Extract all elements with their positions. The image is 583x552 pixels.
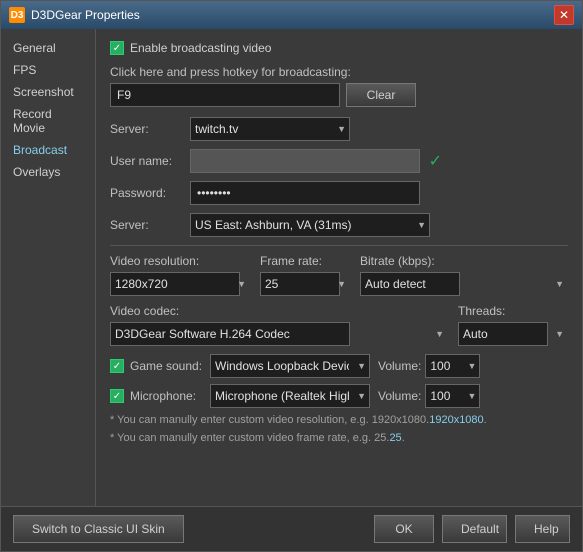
title-bar: D3 D3DGear Properties ✕	[1, 1, 582, 29]
username-row: User name: ✓	[110, 149, 568, 173]
enable-checkbox[interactable]	[110, 41, 124, 55]
sidebar-item-general[interactable]: General	[1, 37, 95, 59]
username-input[interactable]	[190, 149, 420, 173]
microphone-volume-select[interactable]: 100	[425, 384, 480, 408]
game-sound-row: Game sound: Windows Loopback Device Volu…	[110, 354, 568, 378]
server2-row: Server: US East: Ashburn, VA (31ms)	[110, 213, 568, 237]
codec-select-wrapper: D3DGear Software H.264 Codec	[110, 322, 448, 346]
hotkey-section: Click here and press hotkey for broadcas…	[110, 65, 568, 107]
server-row: Server: twitch.tv	[110, 117, 568, 141]
video-res-label: Video resolution:	[110, 254, 250, 268]
game-sound-volume-wrapper: 100	[425, 354, 480, 378]
hotkey-input[interactable]	[110, 83, 340, 107]
server2-select[interactable]: US East: Ashburn, VA (31ms)	[190, 213, 430, 237]
codec-select[interactable]: D3DGear Software H.264 Codec	[110, 322, 350, 346]
threads-select[interactable]: Auto	[458, 322, 548, 346]
microphone-volume-label: Volume:	[378, 389, 421, 403]
title-bar-text: D3DGear Properties	[31, 8, 554, 22]
enable-label: Enable broadcasting video	[130, 41, 271, 55]
microphone-row: Microphone: Microphone (Realtek High Def…	[110, 384, 568, 408]
note1-link[interactable]: 1920x1080	[429, 414, 483, 426]
main-window: D3 D3DGear Properties ✕ General FPS Scre…	[0, 0, 583, 552]
framerate-label: Frame rate:	[260, 254, 350, 268]
video-settings-labels: Video resolution: 1280x720 Frame rate: 2…	[110, 254, 568, 296]
microphone-label: Microphone:	[130, 389, 210, 403]
sidebar-item-screenshot[interactable]: Screenshot	[1, 81, 95, 103]
framerate-block: Frame rate: 25	[260, 254, 350, 296]
content-area: General FPS Screenshot Record Movie Broa…	[1, 29, 582, 506]
microphone-checkbox[interactable]	[110, 389, 124, 403]
note2-link[interactable]: 25	[389, 432, 401, 444]
bottom-bar: Switch to Classic UI Skin OK Default Hel…	[1, 506, 582, 551]
bitrate-select[interactable]: Auto detect	[360, 272, 460, 296]
close-button[interactable]: ✕	[554, 5, 574, 25]
note1: * You can manully enter custom video res…	[110, 414, 568, 426]
codec-block: Video codec: D3DGear Software H.264 Code…	[110, 304, 448, 346]
server2-label: Server:	[110, 218, 190, 232]
codec-threads-row: Video codec: D3DGear Software H.264 Code…	[110, 304, 568, 346]
enable-row: Enable broadcasting video	[110, 41, 568, 55]
game-sound-volume-label: Volume:	[378, 359, 421, 373]
microphone-select-wrapper: Microphone (Realtek High Defir...	[210, 384, 370, 408]
framerate-select[interactable]: 25	[260, 272, 340, 296]
codec-label: Video codec:	[110, 304, 448, 318]
server-select[interactable]: twitch.tv	[190, 117, 350, 141]
server2-select-wrapper: US East: Ashburn, VA (31ms)	[190, 213, 430, 237]
username-input-wrapper: ✓	[190, 149, 420, 173]
video-res-select-wrapper: 1280x720	[110, 272, 250, 296]
sidebar-item-record-movie[interactable]: Record Movie	[1, 103, 95, 139]
video-res-select[interactable]: 1280x720	[110, 272, 240, 296]
video-res-block: Video resolution: 1280x720	[110, 254, 250, 296]
password-input[interactable]	[190, 181, 420, 205]
hotkey-label: Click here and press hotkey for broadcas…	[110, 65, 568, 79]
sidebar-item-overlays[interactable]: Overlays	[1, 161, 95, 183]
game-sound-select-wrapper: Windows Loopback Device	[210, 354, 370, 378]
bitrate-label: Bitrate (kbps):	[360, 254, 568, 268]
password-label: Password:	[110, 186, 190, 200]
default-button[interactable]: Default	[442, 515, 507, 543]
clear-button[interactable]: Clear	[346, 83, 416, 107]
threads-block: Threads: Auto	[458, 304, 568, 346]
bitrate-select-wrapper: Auto detect	[360, 272, 568, 296]
ok-button[interactable]: OK	[374, 515, 434, 543]
game-sound-label: Game sound:	[130, 359, 210, 373]
microphone-volume-wrapper: 100	[425, 384, 480, 408]
sidebar: General FPS Screenshot Record Movie Broa…	[1, 29, 96, 506]
app-icon: D3	[9, 7, 25, 23]
game-sound-select[interactable]: Windows Loopback Device	[210, 354, 370, 378]
username-label: User name:	[110, 154, 190, 168]
sidebar-item-broadcast[interactable]: Broadcast	[1, 139, 95, 161]
password-row: Password:	[110, 181, 568, 205]
bitrate-block: Bitrate (kbps): Auto detect	[360, 254, 568, 296]
microphone-select[interactable]: Microphone (Realtek High Defir...	[210, 384, 370, 408]
note2: * You can manully enter custom video fra…	[110, 432, 568, 444]
framerate-select-wrapper: 25	[260, 272, 350, 296]
divider1	[110, 245, 568, 246]
main-panel: Enable broadcasting video Click here and…	[96, 29, 582, 506]
help-button[interactable]: Help	[515, 515, 570, 543]
game-sound-volume-select[interactable]: 100	[425, 354, 480, 378]
sidebar-item-fps[interactable]: FPS	[1, 59, 95, 81]
server-label: Server:	[110, 122, 190, 136]
threads-select-wrapper: Auto	[458, 322, 568, 346]
hotkey-input-row: Clear	[110, 83, 568, 107]
username-checkmark: ✓	[429, 151, 442, 171]
switch-skin-button[interactable]: Switch to Classic UI Skin	[13, 515, 184, 543]
threads-label: Threads:	[458, 304, 568, 318]
server-select-wrapper: twitch.tv	[190, 117, 350, 141]
game-sound-checkbox[interactable]	[110, 359, 124, 373]
bottom-left: Switch to Classic UI Skin	[13, 515, 366, 543]
